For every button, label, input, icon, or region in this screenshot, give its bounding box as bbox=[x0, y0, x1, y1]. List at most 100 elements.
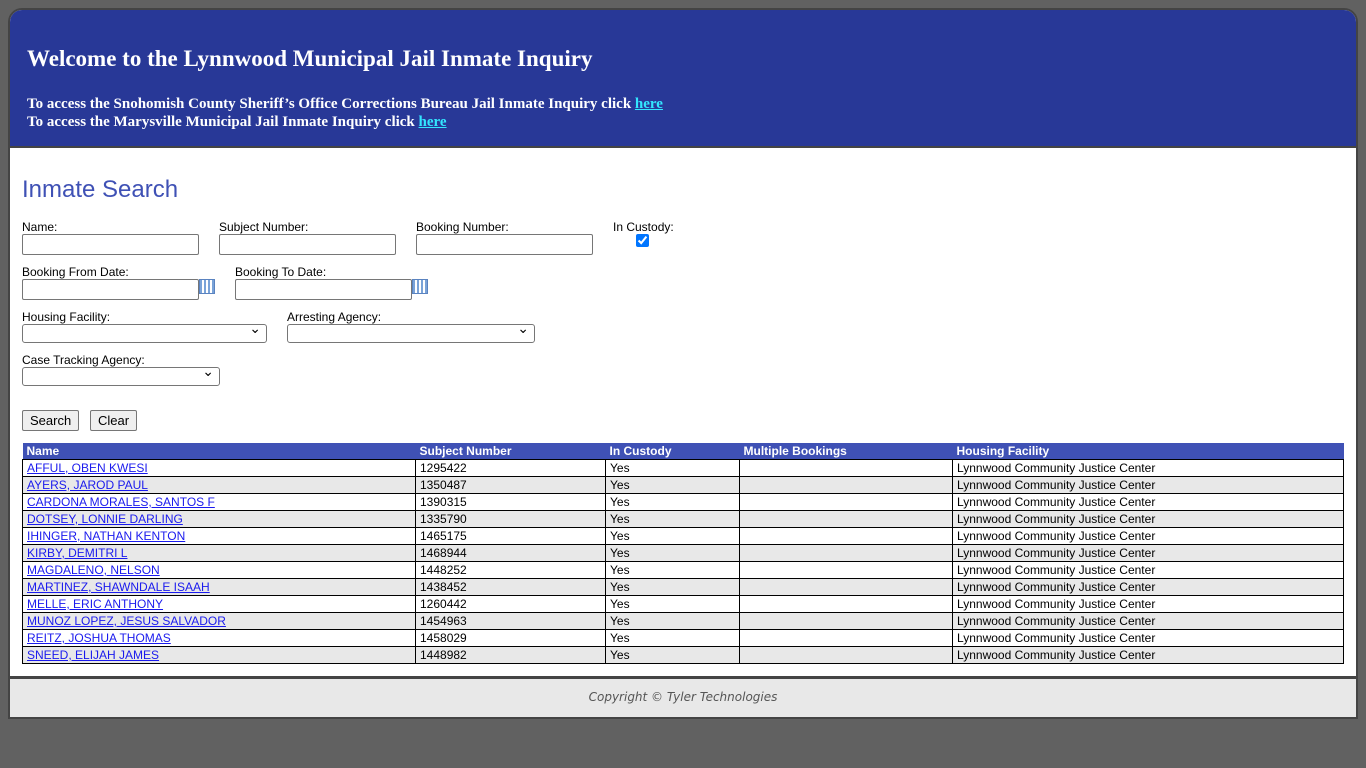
inmate-name-link[interactable]: SNEED, ELIJAH JAMES bbox=[27, 648, 159, 662]
to-date-label: Booking To Date: bbox=[235, 265, 327, 279]
table-row: MELLE, ERIC ANTHONY 1260442 Yes Lynnwood Co… bbox=[22, 595, 1344, 613]
cell bbox=[739, 510, 953, 528]
name-input[interactable] bbox=[22, 234, 199, 255]
inmate-name-link[interactable]: IHINGER, NATHAN KENTON bbox=[27, 529, 185, 543]
column-header: Housing Facility bbox=[952, 443, 1344, 460]
marysville-text: To access the Marysville Municipal Jail … bbox=[27, 114, 419, 130]
cell: MAGDALENO, NELSON bbox=[22, 561, 416, 579]
page-title: Welcome to the Lynnwood Municipal Jail I… bbox=[27, 46, 593, 71]
cell: 1454963 bbox=[415, 612, 606, 630]
inmate-name-link[interactable]: CARDONA MORALES, SANTOS F bbox=[27, 495, 215, 509]
page-panel: Welcome to the Lynnwood Municipal Jail I… bbox=[8, 8, 1358, 719]
section-title: Inmate Search bbox=[22, 176, 179, 203]
to-date-input[interactable] bbox=[235, 279, 412, 300]
footer: Copyright © Tyler Technologies bbox=[10, 676, 1356, 717]
sheriff-text: To access the Snohomish County Sheriff’s… bbox=[27, 96, 635, 112]
inmate-name-link[interactable]: MARTINEZ, SHAWNDALE ISAAH bbox=[27, 580, 210, 594]
cell: Lynnwood Community Justice Center bbox=[952, 595, 1344, 613]
cell: 1295422 bbox=[415, 459, 606, 477]
search-button[interactable]: Search bbox=[22, 410, 80, 431]
cell: Lynnwood Community Justice Center bbox=[952, 459, 1344, 477]
table-row: DOTSEY, LONNIE DARLING 1335790 Yes Lynnwood… bbox=[22, 510, 1344, 528]
inmate-name-link[interactable]: MELLE, ERIC ANTHONY bbox=[27, 597, 163, 611]
cell: Lynnwood Community Justice Center bbox=[952, 527, 1344, 545]
column-header: Subject Number bbox=[415, 443, 606, 460]
cell bbox=[739, 646, 953, 664]
results-table: Name Subject Number In Custody Multiple Boo… bbox=[22, 443, 1344, 664]
cell: MELLE, ERIC ANTHONY bbox=[22, 595, 416, 613]
cell: Yes bbox=[605, 493, 740, 511]
case-label: Case Tracking Agency: bbox=[22, 353, 145, 367]
copyright: Copyright © Tyler Technologies bbox=[588, 690, 778, 704]
cell: Yes bbox=[605, 612, 740, 630]
case-tracking-select[interactable] bbox=[22, 363, 220, 386]
header: Welcome to the Lynnwood Municipal Jail I… bbox=[10, 10, 1356, 148]
cell: Lynnwood Community Justice Center bbox=[952, 510, 1344, 528]
from-date-input[interactable] bbox=[22, 279, 199, 300]
calendar-icon[interactable] bbox=[412, 279, 428, 294]
cell: Lynnwood Community Justice Center bbox=[952, 612, 1344, 630]
marysville-link[interactable]: here bbox=[419, 114, 447, 130]
inmate-name-link[interactable]: DOTSEY, LONNIE DARLING bbox=[27, 512, 183, 526]
cell: 1260442 bbox=[415, 595, 606, 613]
table-row: CARDONA MORALES, SANTOS F 1390315 Yes Lynnw… bbox=[22, 493, 1344, 511]
inmate-name-link[interactable]: AYERS, JAROD PAUL bbox=[27, 478, 148, 492]
cell: MUNOZ LOPEZ, JESUS SALVADOR bbox=[22, 612, 416, 630]
arresting-agency-select[interactable] bbox=[287, 320, 535, 343]
in-custody-checkbox[interactable] bbox=[636, 234, 649, 247]
cell: Lynnwood Community Justice Center bbox=[952, 544, 1344, 562]
cell: SNEED, ELIJAH JAMES bbox=[22, 646, 416, 664]
cell bbox=[739, 612, 953, 630]
table-row: MUNOZ LOPEZ, JESUS SALVADOR 1454963 Yes Lyn… bbox=[22, 612, 1344, 630]
inmate-name-link[interactable]: KIRBY, DEMITRI L bbox=[27, 546, 127, 560]
cell bbox=[739, 476, 953, 494]
cell bbox=[739, 629, 953, 647]
table-row: REITZ, JOSHUA THOMAS 1458029 Yes Lynnwood C… bbox=[22, 629, 1344, 647]
sheriff-link[interactable]: here bbox=[635, 96, 663, 112]
booking-number-input[interactable] bbox=[416, 234, 593, 255]
cell: Yes bbox=[605, 629, 740, 647]
table-row: KIRBY, DEMITRI L 1468944 Yes Lynnwood Commu… bbox=[22, 544, 1344, 562]
table-row: MARTINEZ, SHAWNDALE ISAAH 1438452 Yes Lynnw… bbox=[22, 578, 1344, 596]
cell: AYERS, JAROD PAUL bbox=[22, 476, 416, 494]
inmate-name-link[interactable]: MAGDALENO, NELSON bbox=[27, 563, 160, 577]
inmate-name-link[interactable]: MUNOZ LOPEZ, JESUS SALVADOR bbox=[27, 614, 226, 628]
cell: Yes bbox=[605, 561, 740, 579]
cell: Yes bbox=[605, 459, 740, 477]
cell: CARDONA MORALES, SANTOS F bbox=[22, 493, 416, 511]
housing-label: Housing Facility: bbox=[22, 310, 111, 324]
cell: Yes bbox=[605, 544, 740, 562]
table-row: AYERS, JAROD PAUL 1350487 Yes Lynnwood Comm… bbox=[22, 476, 1344, 494]
subject-number-input[interactable] bbox=[219, 234, 396, 255]
from-date-label: Booking From Date: bbox=[22, 265, 129, 279]
cell: 1448982 bbox=[415, 646, 606, 664]
cell: 1468944 bbox=[415, 544, 606, 562]
cell: Yes bbox=[605, 527, 740, 545]
cell: Lynnwood Community Justice Center bbox=[952, 578, 1344, 596]
cell: MARTINEZ, SHAWNDALE ISAAH bbox=[22, 578, 416, 596]
column-header: Name bbox=[22, 443, 416, 460]
cell: 1438452 bbox=[415, 578, 606, 596]
name-label: Name: bbox=[22, 220, 58, 234]
inmate-name-link[interactable]: REITZ, JOSHUA THOMAS bbox=[27, 631, 171, 645]
table-row: SNEED, ELIJAH JAMES 1448982 Yes Lynnwood Co… bbox=[22, 646, 1344, 664]
cell: AFFUL, OBEN KWESI bbox=[22, 459, 416, 477]
cell: 1448252 bbox=[415, 561, 606, 579]
cell: Lynnwood Community Justice Center bbox=[952, 493, 1344, 511]
cell: IHINGER, NATHAN KENTON bbox=[22, 527, 416, 545]
cell: 1465175 bbox=[415, 527, 606, 545]
inmate-name-link[interactable]: AFFUL, OBEN KWESI bbox=[27, 461, 148, 475]
column-header: In Custody bbox=[605, 443, 740, 460]
housing-facility-select[interactable] bbox=[22, 320, 267, 343]
cell: DOTSEY, LONNIE DARLING bbox=[22, 510, 416, 528]
cell: Yes bbox=[605, 595, 740, 613]
cell bbox=[739, 544, 953, 562]
clear-button[interactable]: Clear bbox=[90, 410, 138, 431]
calendar-icon[interactable] bbox=[199, 279, 215, 294]
table-row: AFFUL, OBEN KWESI 1295422 Yes Lynnwood Comm… bbox=[22, 459, 1344, 477]
table-row: IHINGER, NATHAN KENTON 1465175 Yes Lynnwood… bbox=[22, 527, 1344, 545]
cell: 1350487 bbox=[415, 476, 606, 494]
cell: Yes bbox=[605, 646, 740, 664]
booking-label: Booking Number: bbox=[416, 220, 509, 234]
cell bbox=[739, 459, 953, 477]
